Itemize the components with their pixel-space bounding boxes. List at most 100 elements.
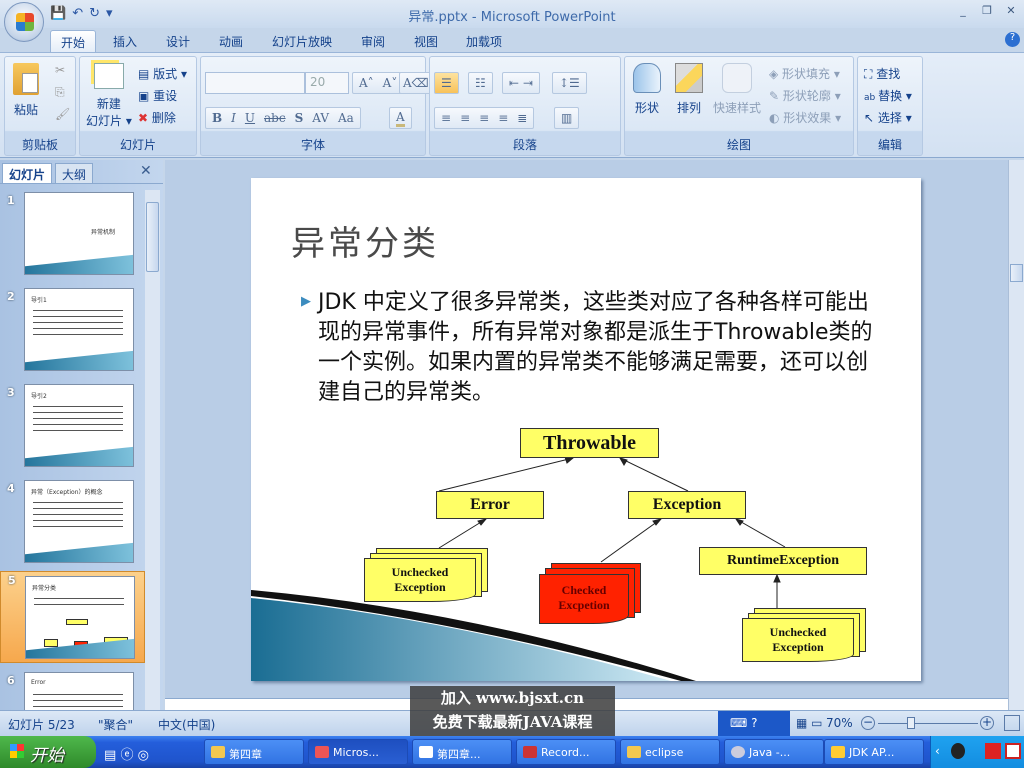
shadow-button[interactable]: S: [295, 111, 304, 125]
ime-toolbar[interactable]: ⌨ ?: [718, 711, 790, 737]
layout-button[interactable]: ▤ 版式 ▾: [138, 65, 187, 82]
quick-styles-button[interactable]: 快速样式: [713, 63, 761, 116]
reset-button[interactable]: ▣ 重设: [138, 87, 177, 104]
find-button[interactable]: ⛶ 查找: [864, 65, 900, 82]
shrink-font-button[interactable]: A˅: [383, 76, 398, 90]
shape-effects-button[interactable]: ◐ 形状效果 ▾: [769, 109, 841, 126]
delete-slide-button[interactable]: ✖ 删除: [138, 109, 176, 126]
tray-pdf-icon[interactable]: [985, 743, 1001, 759]
redo-icon[interactable]: ↻: [89, 6, 100, 21]
arrange-button[interactable]: 排列: [675, 63, 703, 116]
align-buttons[interactable]: ≡ ≡ ≡ ≡ ≣: [434, 107, 535, 129]
minimize-button[interactable]: _: [952, 4, 974, 20]
paste-button[interactable]: 粘贴: [13, 63, 39, 118]
tray-security-icon[interactable]: [1005, 743, 1021, 759]
line-spacing-button[interactable]: ↕☰: [552, 72, 587, 94]
tab-addins[interactable]: 加载项: [456, 30, 512, 52]
close-button[interactable]: ✕: [1000, 4, 1022, 20]
copy-icon[interactable]: ⎘: [55, 85, 65, 100]
indent-buttons[interactable]: ⇤ ⇥: [502, 72, 540, 94]
slide-scrollbar[interactable]: [1008, 160, 1024, 710]
slide-thumbnail-3[interactable]: 3 导引2: [0, 384, 145, 476]
italic-button[interactable]: I: [231, 111, 236, 125]
fit-to-window-icon[interactable]: [1004, 715, 1020, 731]
tab-insert[interactable]: 插入: [103, 30, 147, 52]
underline-button[interactable]: U: [245, 111, 255, 125]
select-button[interactable]: ↖ 选择 ▾: [864, 109, 912, 126]
cut-icon[interactable]: ✂: [55, 63, 65, 77]
replace-button[interactable]: ab 替换 ▾: [864, 87, 912, 104]
restore-button[interactable]: ❐: [976, 4, 998, 20]
office-button[interactable]: [4, 2, 44, 42]
slide-thumbnail-4[interactable]: 4 异常（Exception）的概念: [0, 480, 145, 572]
view-buttons[interactable]: ▦ ▭: [796, 716, 823, 730]
slide-thumbnail-2[interactable]: 2 导引1: [0, 288, 145, 380]
customize-qat-icon[interactable]: ▾: [106, 6, 113, 21]
node-exception[interactable]: Exception: [628, 491, 746, 519]
paint-bucket-icon: ◈: [769, 67, 783, 81]
task-recorder[interactable]: Record...: [516, 739, 616, 765]
help-doc-icon: [831, 746, 845, 758]
zoom-out-icon[interactable]: −: [861, 716, 875, 730]
zoom-slider-thumb[interactable]: [907, 717, 916, 729]
browser-icon[interactable]: ◎: [138, 748, 149, 763]
format-painter-icon[interactable]: 🖌: [55, 107, 70, 121]
scroll-thumb[interactable]: [1010, 264, 1023, 282]
ie-icon[interactable]: ⓔ: [120, 748, 133, 763]
save-icon[interactable]: 💾: [50, 6, 66, 21]
tab-animations[interactable]: 动画: [209, 30, 253, 52]
bullets-button[interactable]: ☰: [434, 72, 459, 94]
task-eclipse-folder[interactable]: eclipse: [620, 739, 720, 765]
tab-slideshow[interactable]: 幻灯片放映: [262, 30, 342, 52]
tray-expand-icon[interactable]: ‹: [935, 744, 940, 758]
tab-design[interactable]: 设计: [156, 30, 200, 52]
start-button[interactable]: 开始: [0, 736, 96, 768]
change-case-button[interactable]: Aa: [338, 111, 354, 125]
language[interactable]: 中文(中国): [158, 716, 215, 733]
numbering-button[interactable]: ☷: [468, 72, 493, 94]
shape-fill-button[interactable]: ◈ 形状填充 ▾: [769, 65, 840, 82]
slide-sorter-icon[interactable]: ▦: [796, 716, 807, 730]
char-spacing-button[interactable]: AV: [312, 111, 329, 125]
tab-home[interactable]: 开始: [50, 30, 97, 52]
distribute-icon: ≣: [517, 111, 528, 125]
columns-button[interactable]: ▥: [554, 107, 580, 129]
bold-button[interactable]: B: [212, 111, 222, 125]
slide-thumbnail-1[interactable]: 1 异常机制: [0, 192, 145, 284]
task-powerpoint[interactable]: Micros...: [308, 739, 408, 765]
node-runtime-exception[interactable]: RuntimeException: [699, 547, 867, 575]
tab-slides[interactable]: 幻灯片: [2, 163, 53, 183]
scroll-thumb[interactable]: [146, 202, 159, 272]
help-icon[interactable]: ?: [1005, 32, 1020, 47]
slide-thumbnail-5[interactable]: 5 异常分类: [0, 571, 145, 663]
new-slide-button[interactable]: 新建 幻灯片 ▾: [86, 63, 132, 129]
slide-canvas[interactable]: 异常分类 ▶ JDK 中定义了很多异常类，这些类对应了各种各样可能出现的异常事件…: [251, 178, 921, 681]
task-jdk-api[interactable]: JDK AP...: [824, 739, 924, 765]
slideshow-icon[interactable]: ▭: [811, 716, 822, 730]
task-java[interactable]: Java -...: [724, 739, 824, 765]
tray-app-icon[interactable]: [951, 743, 965, 759]
task-folder-chapter4[interactable]: 第四章: [204, 739, 304, 765]
strikethrough-button[interactable]: abc: [264, 111, 286, 125]
clear-format-button[interactable]: A⌫: [399, 72, 433, 94]
zoom-level[interactable]: 70%: [826, 716, 853, 730]
tab-outline[interactable]: 大纲: [55, 163, 94, 183]
tab-review[interactable]: 审阅: [351, 30, 395, 52]
slides-panel-scrollbar[interactable]: [145, 190, 160, 710]
node-error[interactable]: Error: [436, 491, 544, 519]
shape-outline-button[interactable]: ✎ 形状轮廓 ▾: [769, 87, 841, 104]
zoom-in-icon[interactable]: +: [980, 716, 994, 730]
tab-view[interactable]: 视图: [404, 30, 448, 52]
grow-font-button[interactable]: A˄: [359, 76, 374, 90]
font-name-select[interactable]: [205, 72, 305, 94]
font-size-select[interactable]: 20: [305, 72, 349, 94]
columns-icon: ▥: [561, 111, 573, 125]
node-throwable[interactable]: Throwable: [520, 428, 659, 458]
zoom-slider[interactable]: [878, 723, 978, 724]
font-color-button[interactable]: A: [389, 107, 412, 129]
task-word-chapter4[interactable]: 第四章...: [412, 739, 512, 765]
undo-icon[interactable]: ↶: [72, 6, 83, 21]
desktop-icon[interactable]: ▤: [104, 748, 116, 763]
shapes-button[interactable]: 形状: [633, 63, 661, 116]
close-panel-icon[interactable]: ✕: [140, 163, 152, 179]
